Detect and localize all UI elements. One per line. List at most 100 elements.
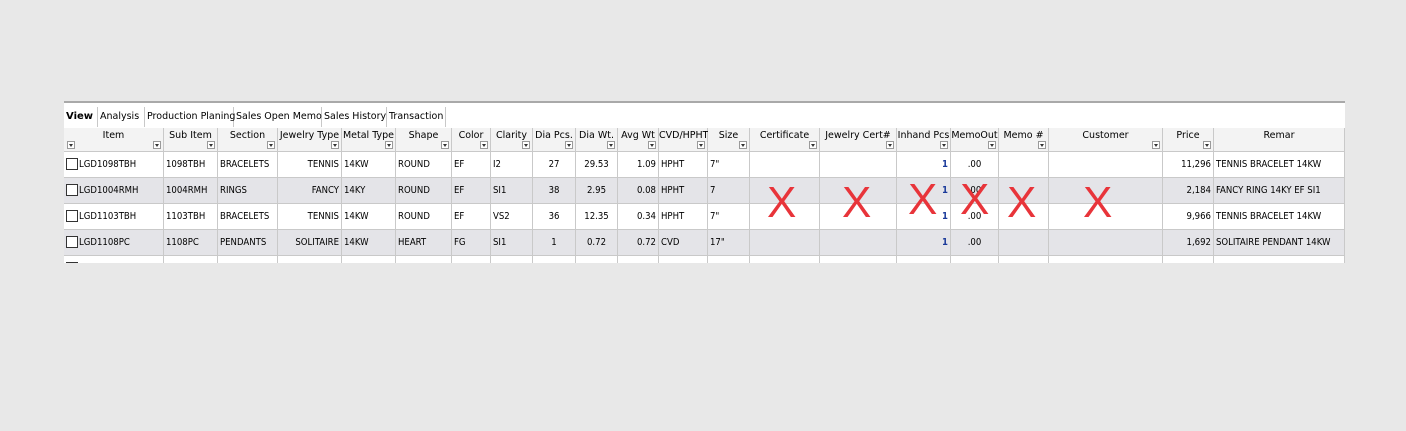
cell-cvd-hpht: HPHT <box>659 152 708 178</box>
tab-sales-history[interactable]: Sales History <box>322 107 387 127</box>
cell-item: LGD1098TBH <box>64 152 164 178</box>
cell-text: SI1 <box>493 185 507 196</box>
cell-color: FG <box>452 230 491 256</box>
cell-text: ROUND <box>398 185 430 196</box>
filter-dropdown-icon[interactable] <box>385 141 393 149</box>
column-header-memoout[interactable]: MemoOut <box>951 128 999 152</box>
column-header-certificate[interactable]: Certificate <box>750 128 820 152</box>
column-header-label: MemoOut <box>951 130 998 141</box>
column-header-clarity[interactable]: Clarity <box>491 128 533 152</box>
filter-dropdown-icon[interactable] <box>207 141 215 149</box>
column-header-label: Customer <box>1082 130 1129 141</box>
column-header-jewelry-cert-[interactable]: Jewelry Cert# <box>820 128 897 152</box>
cell-size: 7 <box>708 178 750 204</box>
inventory-panel: View Analysis Production Planing Sales Open… <box>64 101 1345 263</box>
filter-dropdown-icon[interactable] <box>480 141 488 149</box>
cell-text: 0.08 <box>636 185 656 196</box>
filter-dropdown-icon[interactable] <box>940 141 948 149</box>
cell-text: CVD <box>661 237 680 248</box>
row-checkbox[interactable] <box>66 209 78 222</box>
filter-dropdown-icon[interactable] <box>1152 141 1160 149</box>
cell-text: 1 <box>942 185 948 196</box>
cell-sub-item: 1004RMH <box>164 178 218 204</box>
filter-dropdown-icon[interactable] <box>809 141 817 149</box>
column-header-memo-[interactable]: Memo # <box>999 128 1049 152</box>
column-header-inhand-pcs[interactable]: Inhand Pcs <box>897 128 951 152</box>
cell-text: RINGS <box>220 185 247 196</box>
filter-dropdown-icon[interactable] <box>607 141 615 149</box>
column-header-label: Color <box>458 130 484 141</box>
filter-dropdown-icon[interactable] <box>1038 141 1046 149</box>
filter-dropdown-icon[interactable] <box>565 141 573 149</box>
cell-avg-wt: 0.34 <box>618 204 659 230</box>
cell-text: 2,184 <box>1186 185 1211 196</box>
table-row-partial <box>64 256 1345 263</box>
column-header-label: Dia Wt. <box>579 130 614 141</box>
cell-empty <box>1049 256 1163 263</box>
filter-dropdown-icon[interactable] <box>267 141 275 149</box>
table-row[interactable]: LGD1098TBH 1098TBH BRACELETS TENNIS 14KW ROUN… <box>64 152 1345 178</box>
row-checkbox[interactable] <box>66 183 78 196</box>
row-checkbox[interactable] <box>66 235 78 248</box>
cell-empty <box>999 256 1049 263</box>
filter-dropdown-icon[interactable] <box>441 141 449 149</box>
filter-dropdown-icon[interactable] <box>522 141 530 149</box>
cell-avg-wt: 1.09 <box>618 152 659 178</box>
table-row[interactable]: LGD1004RMH 1004RMH RINGS FANCY 14KY ROUND EF SI… <box>64 178 1345 204</box>
cell-text: HEART <box>398 237 427 248</box>
cell-text: 1 <box>942 159 948 170</box>
cell-section: BRACELETS <box>218 152 278 178</box>
column-header-jewelry-type[interactable]: Jewelry Type <box>278 128 342 152</box>
red-x-annotation-icon: X <box>842 178 872 227</box>
row-checkbox[interactable] <box>66 261 78 263</box>
cell-sub-item: 1103TBH <box>164 204 218 230</box>
filter-dropdown-icon[interactable] <box>886 141 894 149</box>
cell-text: 11,296 <box>1181 159 1211 170</box>
cell-text: 17" <box>710 237 725 248</box>
cell-text: 1 <box>942 237 948 248</box>
cell-empty <box>491 256 533 263</box>
cell-empty <box>342 256 396 263</box>
row-selector-filter-icon[interactable] <box>67 141 75 149</box>
filter-dropdown-icon[interactable] <box>1203 141 1211 149</box>
column-header-item[interactable]: Item <box>64 128 164 152</box>
table-row[interactable]: LGD1108PC 1108PC PENDANTS SOLITAIRE 14KW HEAR… <box>64 230 1345 256</box>
filter-dropdown-icon[interactable] <box>153 141 161 149</box>
column-header-cvd-hpht[interactable]: CVD/HPHT <box>659 128 708 152</box>
cell-jewelry-type: TENNIS <box>278 152 342 178</box>
cell-memoout: .00 <box>951 230 999 256</box>
filter-dropdown-icon[interactable] <box>988 141 996 149</box>
column-header-metal-type[interactable]: Metal Type <box>342 128 396 152</box>
tab-transaction[interactable]: Transaction <box>387 107 446 127</box>
column-header-customer[interactable]: Customer <box>1049 128 1163 152</box>
tab-sales-open-memo[interactable]: Sales Open Memo <box>234 107 322 127</box>
filter-dropdown-icon[interactable] <box>648 141 656 149</box>
column-header-dia-pcs-[interactable]: Dia Pcs. <box>533 128 576 152</box>
row-checkbox[interactable] <box>66 157 78 170</box>
column-header-remar[interactable]: Remar <box>1214 128 1345 152</box>
filter-dropdown-icon[interactable] <box>331 141 339 149</box>
cell-text: FANCY <box>311 185 339 196</box>
cell-empty <box>396 256 452 263</box>
tab-view[interactable]: View <box>64 107 98 127</box>
column-header-avg-wt[interactable]: Avg Wt <box>618 128 659 152</box>
column-header-size[interactable]: Size <box>708 128 750 152</box>
column-header-dia-wt-[interactable]: Dia Wt. <box>576 128 618 152</box>
tab-production-planing[interactable]: Production Planing <box>145 107 235 127</box>
column-header-price[interactable]: Price <box>1163 128 1214 152</box>
filter-dropdown-icon[interactable] <box>739 141 747 149</box>
tab-analysis[interactable]: Analysis <box>98 107 145 127</box>
cell-text: 29.53 <box>584 159 609 170</box>
cell-memo- <box>999 152 1049 178</box>
column-header-sub-item[interactable]: Sub Item <box>164 128 218 152</box>
column-header-shape[interactable]: Shape <box>396 128 452 152</box>
cell-dia-pcs-: 27 <box>533 152 576 178</box>
cell-dia-wt-: 0.72 <box>576 230 618 256</box>
table-row[interactable]: LGD1103TBH 1103TBH BRACELETS TENNIS 14KW ROUN… <box>64 204 1345 230</box>
column-header-section[interactable]: Section <box>218 128 278 152</box>
cell-text: .00 <box>967 237 982 248</box>
cell-text: LGD1103TBH <box>79 211 137 222</box>
cell-remar: TENNIS BRACELET 14KW <box>1214 152 1345 178</box>
column-header-color[interactable]: Color <box>452 128 491 152</box>
filter-dropdown-icon[interactable] <box>697 141 705 149</box>
